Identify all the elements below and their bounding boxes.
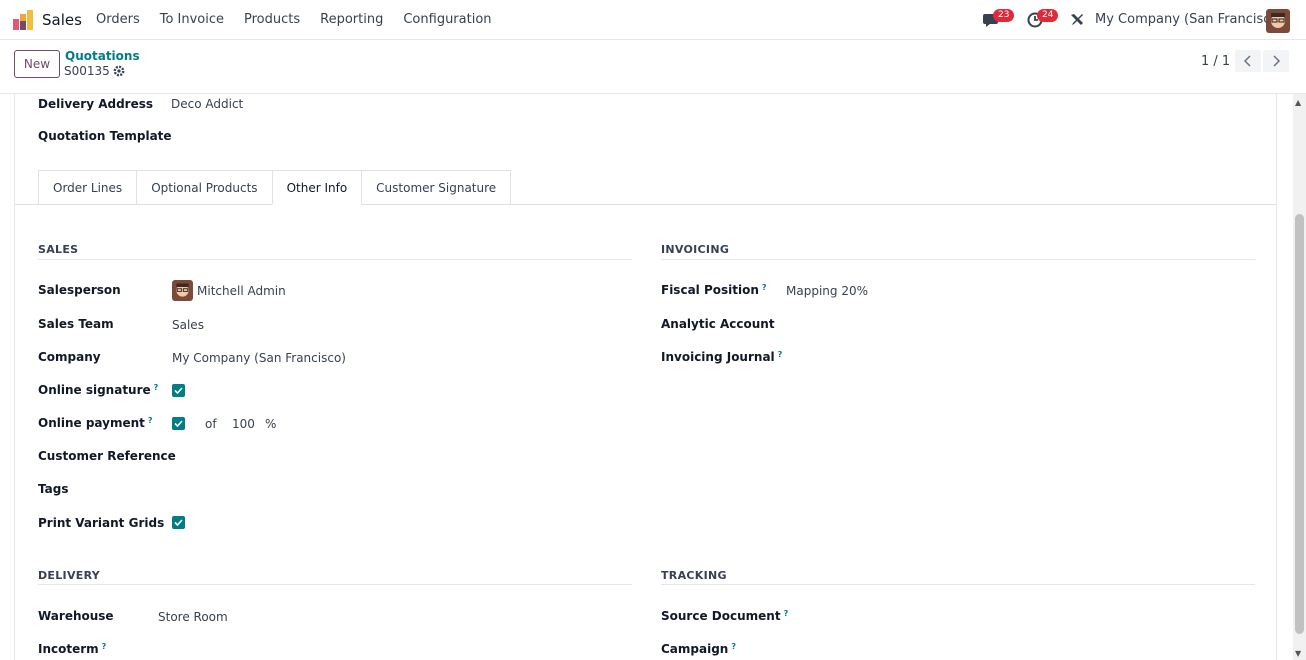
new-button[interactable]: New (14, 50, 60, 78)
salesperson-label: Salesperson (38, 283, 121, 297)
salesperson-value[interactable]: Mitchell Admin (197, 284, 286, 298)
record-name: S00135 (64, 64, 110, 78)
chevron-left-icon (1243, 55, 1251, 67)
menu-configuration[interactable]: Configuration (403, 12, 491, 27)
help-tooltip-icon[interactable]: ? (731, 642, 736, 651)
scroll-down-arrow-icon[interactable]: ▼ (1295, 649, 1301, 658)
percent-sign: % (265, 417, 277, 431)
section-tracking-title: TRACKING (661, 569, 727, 582)
help-tooltip-icon[interactable]: ? (762, 283, 767, 292)
fiscal-position-value[interactable]: Mapping 20% (786, 284, 868, 298)
online-payment-checkbox[interactable] (172, 417, 185, 430)
menu-orders[interactable]: Orders (96, 12, 140, 27)
help-tooltip-icon[interactable]: ? (154, 383, 159, 392)
user-avatar[interactable] (1266, 9, 1290, 33)
invoicing-journal-label: Invoicing Journal? (661, 350, 783, 364)
tab-customer-signature[interactable]: Customer Signature (361, 170, 512, 205)
tags-label: Tags (38, 482, 69, 496)
help-tooltip-icon[interactable]: ? (778, 350, 783, 359)
chat-count-badge: 23 (993, 9, 1015, 22)
of-label: of (205, 417, 217, 431)
payment-percent-input[interactable]: 100 (232, 417, 255, 431)
print-variant-grids-label: Print Variant Grids (38, 516, 165, 530)
print-variant-grids-checkbox[interactable] (172, 516, 185, 529)
campaign-label: Campaign? (661, 642, 736, 656)
help-tooltip-icon[interactable]: ? (102, 642, 107, 651)
menu-products[interactable]: Products (244, 12, 300, 27)
scrollbar-thumb[interactable] (1295, 214, 1304, 634)
pager-next-button[interactable] (1263, 50, 1289, 72)
incoterm-label: Incoterm? (38, 642, 107, 656)
app-name[interactable]: Sales (42, 11, 82, 29)
form-sheet: Delivery Address Deco Addict Quotation T… (14, 94, 1277, 660)
warehouse-value[interactable]: Store Room (158, 610, 228, 624)
section-delivery-title: DELIVERY (38, 569, 101, 582)
section-sales-rule (38, 259, 632, 260)
pager-previous-button[interactable] (1235, 50, 1261, 72)
online-signature-checkbox[interactable] (172, 384, 185, 397)
menu-reporting[interactable]: Reporting (320, 12, 383, 27)
section-sales-title: SALES (38, 243, 79, 256)
section-delivery-rule (38, 584, 632, 585)
company-switcher[interactable]: My Company (San Francisco) (1095, 12, 1283, 27)
sales-team-label: Sales Team (38, 317, 114, 331)
tab-other-info[interactable]: Other Info (271, 170, 362, 205)
menu-to-invoice[interactable]: To Invoice (160, 12, 224, 27)
section-invoicing-title: INVOICING (661, 243, 730, 256)
sales-team-value[interactable]: Sales (172, 318, 204, 332)
breadcrumb-quotations[interactable]: Quotations (65, 49, 140, 63)
delivery-address-label: Delivery Address (38, 97, 154, 111)
section-tracking-rule (661, 584, 1255, 585)
check-icon (174, 387, 183, 395)
online-payment-label: Online payment? (38, 416, 153, 430)
scroll-up-arrow-icon[interactable]: ▲ (1295, 98, 1301, 107)
tab-order-lines[interactable]: Order Lines (38, 170, 137, 205)
check-icon (174, 519, 183, 527)
source-document-label: Source Document? (661, 609, 789, 623)
vertical-scrollbar[interactable]: ▲ ▼ (1293, 94, 1306, 660)
main-menu: Orders To Invoice Products Reporting Con… (96, 12, 512, 27)
chevron-right-icon (1273, 55, 1281, 67)
warehouse-label: Warehouse (38, 609, 114, 623)
sales-app-icon[interactable] (13, 10, 35, 30)
pager-value[interactable]: 1 / 1 (1201, 54, 1230, 69)
help-tooltip-icon[interactable]: ? (784, 609, 789, 618)
section-invoicing-rule (661, 259, 1255, 260)
debug-tools-icon[interactable] (1069, 12, 1085, 28)
top-navbar: Sales Orders To Invoice Products Reporti… (0, 0, 1306, 40)
help-tooltip-icon[interactable]: ? (148, 416, 153, 425)
notebook-tabs: Order Lines Optional Products Other Info… (38, 170, 512, 205)
activity-count-badge: 24 (1037, 9, 1059, 22)
customer-reference-label: Customer Reference (38, 449, 176, 463)
online-signature-label: Online signature? (38, 383, 159, 397)
check-icon (174, 420, 183, 428)
analytic-account-label: Analytic Account (661, 317, 775, 331)
quotation-template-label: Quotation Template (38, 129, 172, 143)
gear-icon[interactable] (113, 65, 125, 77)
company-label: Company (38, 350, 101, 364)
fiscal-position-label: Fiscal Position? (661, 283, 767, 297)
control-panel: New Quotations S00135 1 / 1 (0, 40, 1306, 94)
company-value[interactable]: My Company (San Francisco) (172, 351, 346, 365)
tab-optional-products[interactable]: Optional Products (136, 170, 272, 205)
delivery-address-value[interactable]: Deco Addict (171, 97, 243, 111)
salesperson-avatar (172, 280, 193, 301)
